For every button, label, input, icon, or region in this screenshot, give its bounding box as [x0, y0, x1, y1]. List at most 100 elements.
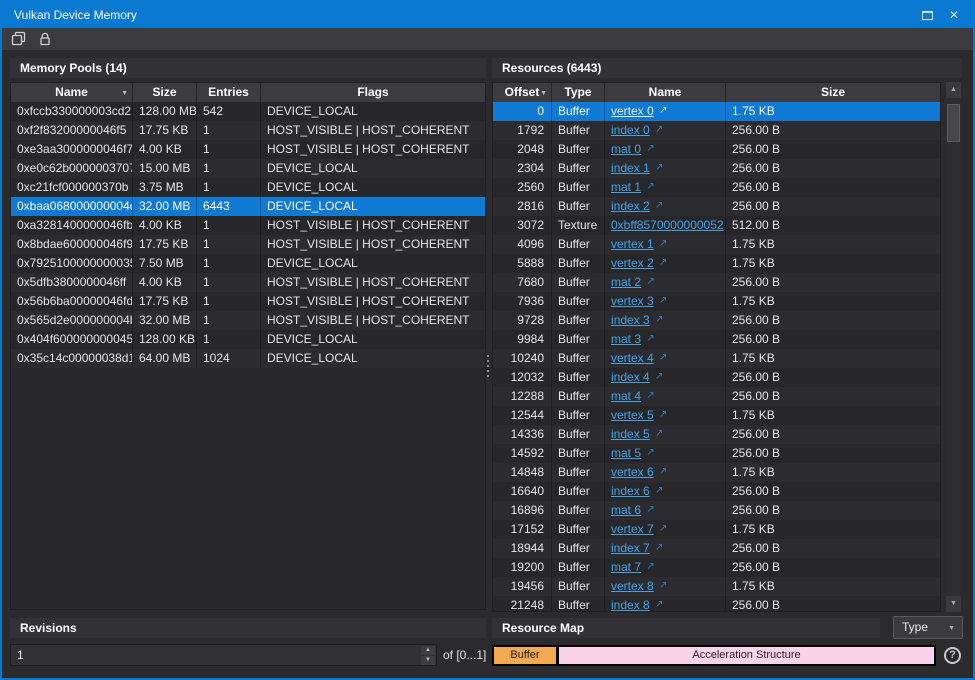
resources-scrollbar[interactable]: ▲ ▼	[946, 82, 961, 612]
column-header-type[interactable]: Type	[552, 83, 605, 102]
resource-link[interactable]: vertex 4	[611, 351, 654, 365]
spin-down-icon[interactable]: ▼	[421, 656, 435, 665]
memory-pool-row[interactable]: 0x404f600000000045 128.00 KB 1 DEVICE_LO…	[11, 330, 485, 349]
memory-pool-row[interactable]: 0x8bdae600000046f9 17.75 KB 1 HOST_VISIB…	[11, 235, 485, 254]
resource-row[interactable]: 2048 Buffer mat 0 ↗ 256.00 B	[493, 140, 940, 159]
resource-row[interactable]: 18944 Buffer index 7 ↗ 256.00 B	[493, 539, 940, 558]
resource-link[interactable]: index 6	[611, 484, 650, 498]
resource-row[interactable]: 12288 Buffer mat 4 ↗ 256.00 B	[493, 387, 940, 406]
memory-pool-row[interactable]: 0x7925100000000035 7.50 MB 1 DEVICE_LOCA…	[11, 254, 485, 273]
resource-link[interactable]: mat 4	[611, 389, 641, 403]
column-header-label: Name	[55, 85, 88, 99]
memory-pool-row[interactable]: 0x5dfb3800000046ff 4.00 KB 1 HOST_VISIBL…	[11, 273, 485, 292]
memory-pool-row[interactable]: 0x35c14c00000038d1 64.00 MB 1024 DEVICE_…	[11, 349, 485, 368]
resource-map-type-dropdown[interactable]: Type ▼	[893, 616, 963, 639]
memory-pool-row[interactable]: 0xf2f83200000046f5 17.75 KB 1 HOST_VISIB…	[11, 121, 485, 140]
resource-row[interactable]: 9728 Buffer index 3 ↗ 256.00 B	[493, 311, 940, 330]
resource-link[interactable]: index 5	[611, 427, 650, 441]
resource-row[interactable]: 9984 Buffer mat 3 ↗ 256.00 B	[493, 330, 940, 349]
resource-link[interactable]: mat 1	[611, 180, 641, 194]
resource-row[interactable]: 10240 Buffer vertex 4 ↗ 1.75 KB	[493, 349, 940, 368]
memory-pools-table[interactable]: Name▼SizeEntriesFlags 0xfccb330000003cd2…	[10, 82, 486, 610]
resource-row[interactable]: 2304 Buffer index 1 ↗ 256.00 B	[493, 159, 940, 178]
resource-row[interactable]: 5888 Buffer vertex 2 ↗ 1.75 KB	[493, 254, 940, 273]
column-header-name[interactable]: Name▼	[11, 83, 133, 102]
resource-link[interactable]: index 3	[611, 313, 650, 327]
resource-row[interactable]: 1792 Buffer index 0 ↗ 256.00 B	[493, 121, 940, 140]
resource-size: 256.00 B	[726, 311, 940, 330]
resource-row[interactable]: 0 Buffer vertex 0 ↗ 1.75 KB	[493, 102, 940, 121]
resource-row[interactable]: 17152 Buffer vertex 7 ↗ 1.75 KB	[493, 520, 940, 539]
resource-link[interactable]: index 8	[611, 598, 650, 612]
resource-row[interactable]: 2816 Buffer index 2 ↗ 256.00 B	[493, 197, 940, 216]
column-header-flags[interactable]: Flags	[261, 83, 485, 102]
resource-row[interactable]: 16640 Buffer index 6 ↗ 256.00 B	[493, 482, 940, 501]
close-icon[interactable]: ✕	[949, 2, 959, 28]
memory-pool-row[interactable]: 0xc21fcf000000370b 3.75 MB 1 DEVICE_LOCA…	[11, 178, 485, 197]
scroll-up-icon[interactable]: ▲	[946, 82, 961, 98]
resource-link[interactable]: index 0	[611, 123, 650, 137]
column-header-size[interactable]: Size	[133, 83, 197, 102]
resource-link[interactable]: vertex 7	[611, 522, 654, 536]
resource-row[interactable]: 7936 Buffer vertex 3 ↗ 1.75 KB	[493, 292, 940, 311]
resource-link[interactable]: index 7	[611, 541, 650, 555]
memory-pool-row[interactable]: 0xe0c62b0000003707 15.00 MB 1 DEVICE_LOC…	[11, 159, 485, 178]
column-header-size[interactable]: Size	[726, 83, 940, 102]
resource-link[interactable]: vertex 0	[611, 104, 654, 118]
resource-link[interactable]: mat 0	[611, 142, 641, 156]
resource-row[interactable]: 2560 Buffer mat 1 ↗ 256.00 B	[493, 178, 940, 197]
legend-acceleration-structure[interactable]: Acceleration Structure	[559, 647, 934, 664]
memory-pool-row[interactable]: 0xbaa068000000004d 32.00 MB 6443 DEVICE_…	[11, 197, 485, 216]
resource-link[interactable]: index 1	[611, 161, 650, 175]
column-header-offset[interactable]: Offset▼	[493, 83, 552, 102]
resource-link[interactable]: index 4	[611, 370, 650, 384]
resource-link[interactable]: mat 7	[611, 560, 641, 574]
resource-row[interactable]: 19456 Buffer vertex 8 ↗ 1.75 KB	[493, 577, 940, 596]
resource-row[interactable]: 21248 Buffer index 8 ↗ 256.00 B	[493, 596, 940, 612]
maximize-icon[interactable]	[922, 11, 933, 20]
duplicate-view-button[interactable]	[10, 30, 28, 48]
resource-row[interactable]: 16896 Buffer mat 6 ↗ 256.00 B	[493, 501, 940, 520]
resource-link[interactable]: vertex 3	[611, 294, 654, 308]
resource-row[interactable]: 3072 Texture 0xbff8570000000052 ↗ 512.00…	[493, 216, 940, 235]
column-header-entries[interactable]: Entries	[197, 83, 261, 102]
memory-pool-row[interactable]: 0x56b6ba00000046fd 17.75 KB 1 HOST_VISIB…	[11, 292, 485, 311]
memory-pool-row[interactable]: 0xfccb330000003cd2 128.00 MB 542 DEVICE_…	[11, 102, 485, 121]
resource-row[interactable]: 12544 Buffer vertex 5 ↗ 1.75 KB	[493, 406, 940, 425]
help-icon[interactable]: ?	[944, 647, 961, 664]
resource-row[interactable]: 14592 Buffer mat 5 ↗ 256.00 B	[493, 444, 940, 463]
resource-link[interactable]: vertex 2	[611, 256, 654, 270]
panel-splitter-handle[interactable]	[485, 348, 491, 384]
resource-link[interactable]: mat 2	[611, 275, 641, 289]
resource-size: 256.00 B	[726, 140, 940, 159]
resource-row[interactable]: 14848 Buffer vertex 6 ↗ 1.75 KB	[493, 463, 940, 482]
resource-link[interactable]: 0xbff8570000000052	[611, 218, 724, 232]
resource-link[interactable]: mat 3	[611, 332, 641, 346]
resource-row[interactable]: 12032 Buffer index 4 ↗ 256.00 B	[493, 368, 940, 387]
resource-link[interactable]: mat 5	[611, 446, 641, 460]
resource-link[interactable]: vertex 5	[611, 408, 654, 422]
lock-button[interactable]	[36, 30, 54, 48]
scrollbar-thumb[interactable]	[947, 104, 960, 142]
resource-link[interactable]: vertex 8	[611, 579, 654, 593]
resource-row[interactable]: 7680 Buffer mat 2 ↗ 256.00 B	[493, 273, 940, 292]
resource-link[interactable]: mat 6	[611, 503, 641, 517]
revision-spinbox[interactable]: ▲ ▼	[10, 644, 437, 666]
legend-buffer[interactable]: Buffer	[494, 647, 556, 664]
memory-pool-row[interactable]: 0xe3aa3000000046f7 4.00 KB 1 HOST_VISIBL…	[11, 140, 485, 159]
resource-row[interactable]: 4096 Buffer vertex 1 ↗ 1.75 KB	[493, 235, 940, 254]
title-bar[interactable]: Vulkan Device Memory ✕	[2, 2, 973, 28]
resources-table[interactable]: Offset▼TypeNameSize 0 Buffer vertex 0 ↗ …	[492, 82, 941, 612]
resource-link[interactable]: vertex 6	[611, 465, 654, 479]
revision-input[interactable]	[11, 645, 416, 665]
resource-link[interactable]: vertex 1	[611, 237, 654, 251]
resource-type: Buffer	[552, 159, 605, 178]
resource-row[interactable]: 19200 Buffer mat 7 ↗ 256.00 B	[493, 558, 940, 577]
resource-row[interactable]: 14336 Buffer index 5 ↗ 256.00 B	[493, 425, 940, 444]
spin-up-icon[interactable]: ▲	[421, 646, 435, 655]
memory-pool-row[interactable]: 0xa3281400000046fb 4.00 KB 1 HOST_VISIBL…	[11, 216, 485, 235]
memory-pool-row[interactable]: 0x565d2e000000004b 32.00 MB 1 HOST_VISIB…	[11, 311, 485, 330]
column-header-name[interactable]: Name	[605, 83, 726, 102]
scroll-down-icon[interactable]: ▼	[946, 596, 961, 612]
resource-link[interactable]: index 2	[611, 199, 650, 213]
